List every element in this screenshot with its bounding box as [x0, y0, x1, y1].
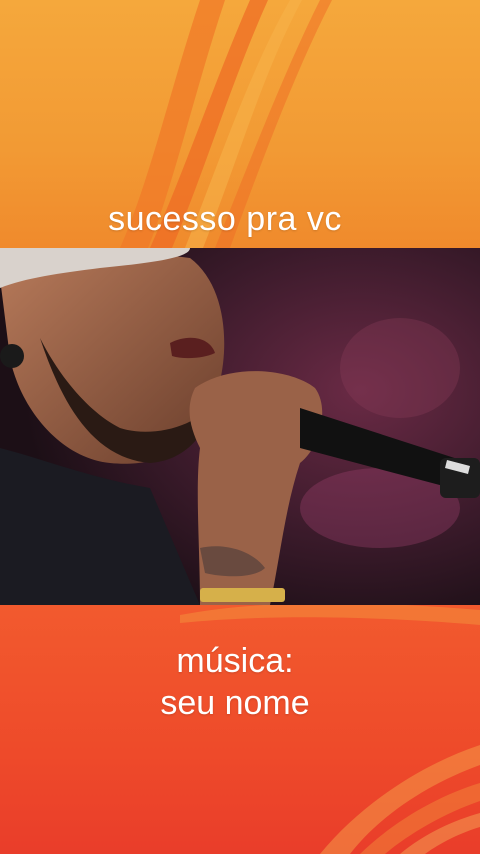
- top-background-panel: sucesso pra vc: [0, 0, 480, 248]
- caption-bottom-line2: seu nome: [160, 684, 310, 722]
- caption-bottom-line1: música:: [176, 642, 294, 680]
- caption-top-text: sucesso pra vc: [108, 200, 342, 238]
- singer-photo: [0, 248, 480, 605]
- caption-bottom-text: música: seu nome: [0, 640, 470, 724]
- video-frame: sucesso pra vc música: seu nome: [0, 0, 480, 854]
